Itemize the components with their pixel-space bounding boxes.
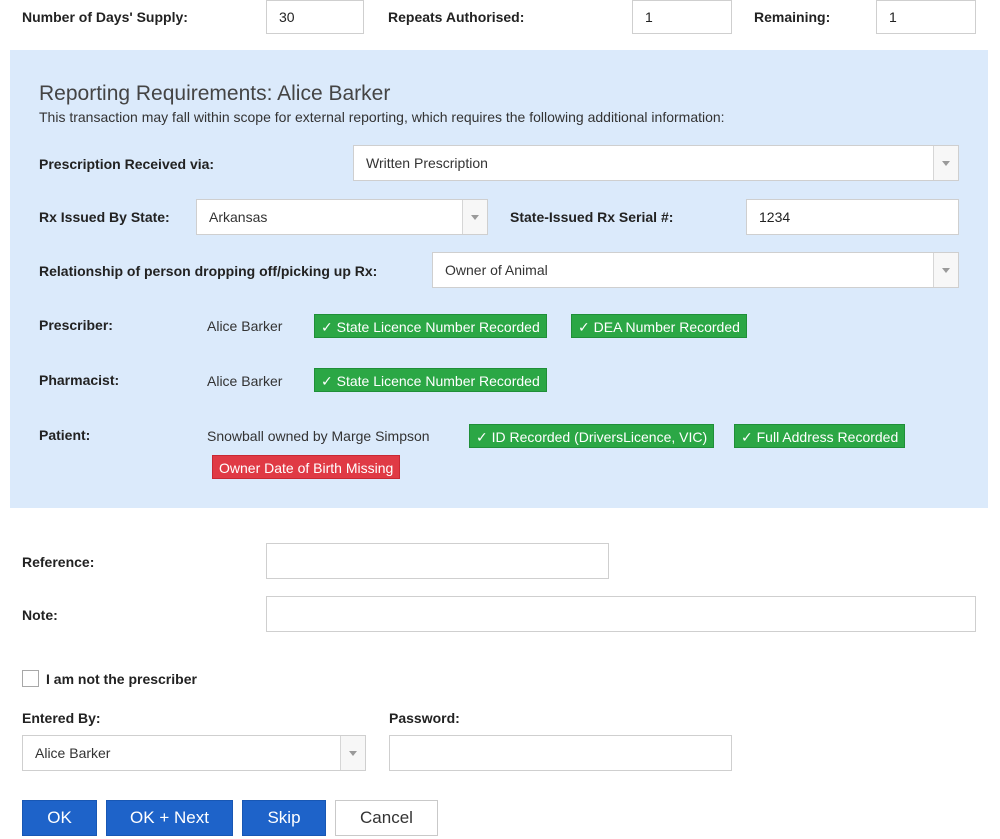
remaining-label: Remaining: [754,9,831,25]
patient-id-badge: ✓ ID Recorded (DriversLicence, VIC) [469,424,715,448]
received-via-dropdown-button[interactable] [933,146,958,180]
cancel-button[interactable]: Cancel [335,800,438,836]
received-via-select[interactable]: Written Prescription [353,145,959,181]
serial-input[interactable]: 1234 [746,199,959,235]
days-supply-input[interactable]: 30 [266,0,364,34]
prescriber-state-licence-badge: ✓ State Licence Number Recorded [314,314,547,338]
relationship-label: Relationship of person dropping off/pick… [39,263,378,279]
chevron-down-icon [942,161,950,166]
state-select[interactable]: Arkansas [196,199,488,235]
remaining-input[interactable]: 1 [876,0,976,34]
ok-button[interactable]: OK [22,800,97,836]
reporting-description: This transaction may fall within scope f… [39,109,725,125]
relationship-value: Owner of Animal [445,262,548,278]
relationship-select[interactable]: Owner of Animal [432,252,959,288]
reference-input[interactable] [266,543,609,579]
not-prescriber-checkbox[interactable] [22,670,39,687]
state-dropdown-button[interactable] [462,200,487,234]
patient-name: Snowball owned by Marge Simpson [207,428,430,444]
reporting-title: Reporting Requirements: Alice Barker [39,82,391,105]
entered-by-dropdown-button[interactable] [340,736,365,770]
received-via-label: Prescription Received via: [39,156,215,172]
skip-button[interactable]: Skip [242,800,326,836]
prescriber-name: Alice Barker [207,318,283,334]
serial-label: State-Issued Rx Serial #: [510,209,674,225]
received-via-value: Written Prescription [366,155,488,171]
patient-address-badge: ✓ Full Address Recorded [734,424,906,448]
patient-dob-missing-badge: Owner Date of Birth Missing [212,455,401,479]
relationship-dropdown-button[interactable] [933,253,958,287]
entered-by-value: Alice Barker [35,745,111,761]
repeats-authorised-input[interactable]: 1 [632,0,732,34]
password-label: Password: [389,710,460,726]
entered-by-select[interactable]: Alice Barker [22,735,366,771]
pharmacist-label: Pharmacist: [39,372,120,388]
prescriber-label: Prescriber: [39,317,113,333]
state-value: Arkansas [209,209,268,225]
ok-next-button[interactable]: OK + Next [106,800,233,836]
chevron-down-icon [471,215,479,220]
prescriber-dea-badge: ✓ DEA Number Recorded [571,314,747,338]
reporting-requirements-panel: Reporting Requirements: Alice Barker Thi… [10,50,988,508]
reference-label: Reference: [22,554,95,570]
pharmacist-state-licence-badge: ✓ State Licence Number Recorded [314,368,547,392]
note-input[interactable] [266,596,976,632]
chevron-down-icon [349,751,357,756]
patient-label: Patient: [39,427,91,443]
chevron-down-icon [942,268,950,273]
repeats-authorised-label: Repeats Authorised: [388,9,525,25]
not-prescriber-label[interactable]: I am not the prescriber [46,671,197,687]
pharmacist-name: Alice Barker [207,373,283,389]
state-label: Rx Issued By State: [39,209,170,225]
entered-by-label: Entered By: [22,710,101,726]
note-label: Note: [22,607,58,623]
days-supply-label: Number of Days' Supply: [22,9,188,25]
password-input[interactable] [389,735,732,771]
